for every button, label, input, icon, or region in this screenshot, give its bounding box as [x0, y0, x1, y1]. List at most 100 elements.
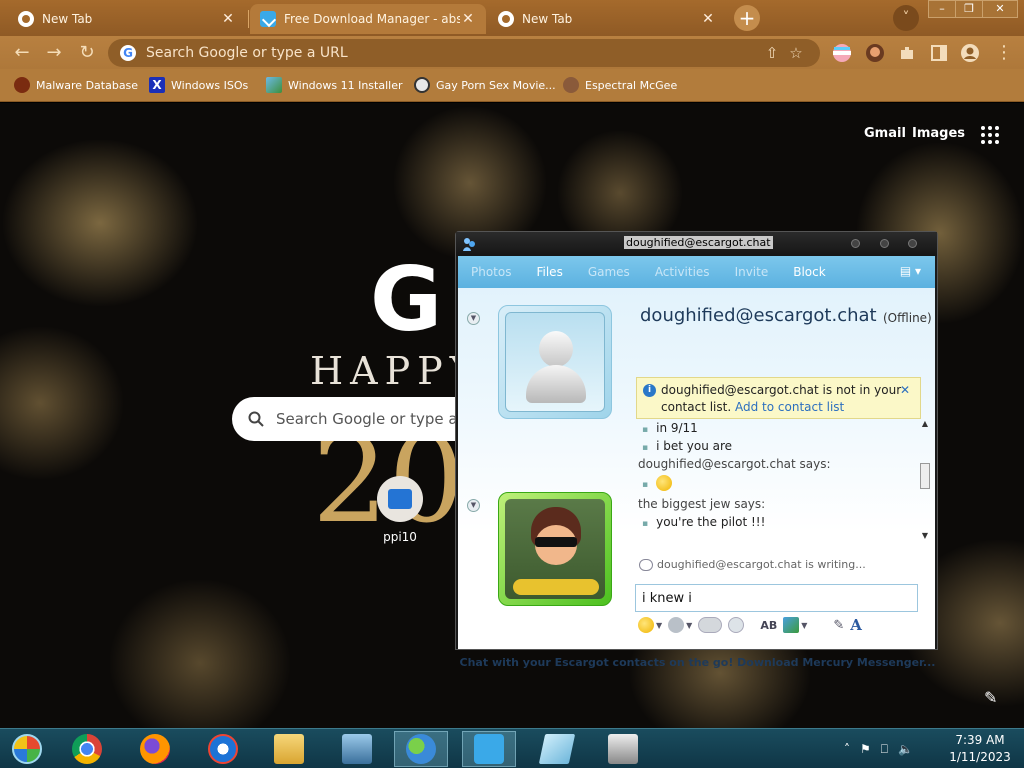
text-style-icon: A [850, 616, 862, 634]
new-tab-button[interactable]: + [734, 5, 760, 31]
taskbar-chrome[interactable] [60, 731, 114, 767]
close-dot-button[interactable] [908, 239, 917, 248]
close-window-button[interactable]: ✕ [982, 0, 1018, 18]
globe-icon [414, 77, 430, 93]
side-panel-icon[interactable] [929, 43, 949, 63]
profile-extension-icon[interactable] [865, 43, 885, 63]
restore-button[interactable]: ❐ [955, 0, 983, 18]
bookmark-windows-isos[interactable]: X Windows ISOs [149, 75, 248, 95]
minimize-button[interactable]: – [928, 0, 956, 18]
message-line: you're the pilot !!! [638, 515, 765, 529]
add-to-contact-list-link[interactable]: Add to contact list [735, 400, 844, 414]
menu-games[interactable]: Games [588, 265, 630, 279]
menu-activities[interactable]: Activities [655, 265, 710, 279]
bookmark-star-icon[interactable]: ☆ [784, 44, 808, 62]
extensions-puzzle-icon[interactable] [897, 43, 917, 63]
close-notice-icon[interactable]: ✕ [900, 382, 910, 399]
omnibox[interactable]: G ⇧ ☆ [108, 39, 820, 67]
tab-new-tab-1[interactable]: New Tab ✕ [8, 4, 246, 34]
contact-avatar[interactable] [498, 305, 612, 419]
menu-block[interactable]: Block [793, 265, 825, 279]
bookmark-movie-site[interactable]: Gay Porn Sex Movie... [414, 75, 556, 95]
network-icon[interactable]: ⎕ [881, 742, 888, 757]
scroll-down-arrow-icon[interactable]: ▼ [919, 531, 931, 540]
reload-button[interactable]: ↻ [75, 41, 99, 65]
flag-extension-icon[interactable] [832, 43, 852, 63]
taskbar-internet-explorer[interactable] [196, 731, 250, 767]
bookmark-espectral-mcgee[interactable]: Espectral McGee [563, 75, 677, 95]
taskbar-clock[interactable]: 7:39 AM 1/11/2023 [940, 732, 1020, 766]
close-icon[interactable]: ✕ [220, 11, 236, 27]
tab-free-download-manager[interactable]: Free Download Manager - absolut ✕ [250, 4, 486, 34]
menu-invite[interactable]: Invite [735, 265, 769, 279]
back-button[interactable]: ← [10, 41, 34, 65]
emoticon-menu-button[interactable]: ▼ [638, 615, 662, 635]
nudge-button[interactable] [698, 615, 723, 635]
transcript-scrollbar[interactable]: ▲ ▼ [919, 419, 931, 549]
taskbar-firefox[interactable] [128, 731, 182, 767]
wink-menu-button[interactable]: ▼ [668, 615, 692, 635]
forward-button[interactable]: → [42, 41, 66, 65]
google-apps-icon[interactable] [981, 126, 999, 144]
emoticon-line [638, 475, 673, 491]
action-center-flag-icon[interactable]: ⚑ [860, 742, 871, 756]
chrome-menu-icon[interactable]: ⋮ [992, 41, 1016, 65]
messenger-icon [406, 734, 436, 764]
taskbar: ˄ ⚑ ⎕ 🔈 7:39 AM 1/11/2023 [0, 728, 1024, 768]
chat-footer-ad[interactable]: Chat with your Escargot contacts on the … [458, 654, 937, 674]
show-hidden-icons-chevron-icon[interactable]: ˄ [844, 742, 850, 756]
chat-title-bar[interactable]: doughified@escargot.chat [456, 232, 937, 256]
tab-strip: New Tab ✕ Free Download Manager - absolu… [0, 0, 1024, 36]
notepad-icon [538, 734, 576, 764]
images-link[interactable]: Images [912, 126, 965, 141]
start-orb-icon [12, 734, 42, 764]
taskbar-file-explorer[interactable] [262, 731, 316, 767]
tab-search-button[interactable]: ˅ [893, 5, 919, 31]
emoticon-icon [638, 617, 654, 633]
self-avatar[interactable] [498, 492, 612, 606]
bookmark-windows-11-installer[interactable]: Windows 11 Installer [266, 75, 403, 95]
background-menu-button[interactable]: ▼ [783, 615, 807, 635]
text-style-button[interactable]: A [850, 615, 862, 635]
minimize-dot-button[interactable] [851, 239, 860, 248]
ie-icon [208, 734, 238, 764]
gmail-link[interactable]: Gmail [864, 126, 906, 141]
menu-options-icon[interactable]: ▤ ▾ [900, 264, 921, 278]
start-button[interactable] [0, 731, 54, 767]
customize-pencil-icon[interactable]: ✎ [984, 688, 997, 707]
volume-icon[interactable]: 🔈 [898, 742, 913, 756]
omnibox-input[interactable] [146, 45, 760, 61]
x-icon: X [149, 77, 165, 93]
self-display-picture [505, 499, 605, 599]
scroll-thumb[interactable] [920, 463, 930, 489]
image-icon [266, 77, 282, 93]
shortcut-label: ppi10 [383, 530, 417, 544]
share-icon[interactable]: ⇧ [760, 44, 784, 62]
font-button[interactable]: AB [760, 615, 777, 635]
account-avatar-icon[interactable] [960, 43, 980, 63]
collapse-contact-avatar-button[interactable]: ▼ [467, 312, 480, 325]
message-line: in 9/11 [638, 421, 698, 435]
message-input[interactable] [635, 584, 918, 612]
maximize-dot-button[interactable] [880, 239, 889, 248]
menu-photos[interactable]: Photos [471, 265, 511, 279]
taskbar-network[interactable] [330, 731, 384, 767]
close-icon[interactable]: ✕ [460, 11, 476, 27]
taskbar-messenger[interactable] [394, 731, 448, 767]
system-tray: ˄ ⚑ ⎕ 🔈 [844, 737, 923, 761]
voice-clip-button[interactable] [728, 615, 745, 635]
contact-status: (Offline) [883, 311, 932, 325]
bookmark-malware-database[interactable]: Malware Database [14, 75, 138, 95]
collapse-self-avatar-button[interactable]: ▼ [467, 499, 480, 512]
scroll-up-arrow-icon[interactable]: ▲ [919, 419, 931, 428]
close-icon[interactable]: ✕ [700, 11, 716, 27]
chat-menu-bar: Photos Files Games Activities Invite Blo… [458, 256, 935, 288]
taskbar-download-manager[interactable] [462, 731, 516, 767]
menu-files[interactable]: Files [536, 265, 562, 279]
shortcut-tile[interactable]: ppi10 [370, 476, 430, 544]
taskbar-notepad[interactable] [530, 731, 584, 767]
tab-new-tab-2[interactable]: New Tab ✕ [488, 4, 726, 34]
taskbar-printer[interactable] [596, 731, 650, 767]
doodle-logo[interactable]: G [370, 248, 442, 351]
handwriting-button[interactable]: ✎ [833, 615, 844, 635]
